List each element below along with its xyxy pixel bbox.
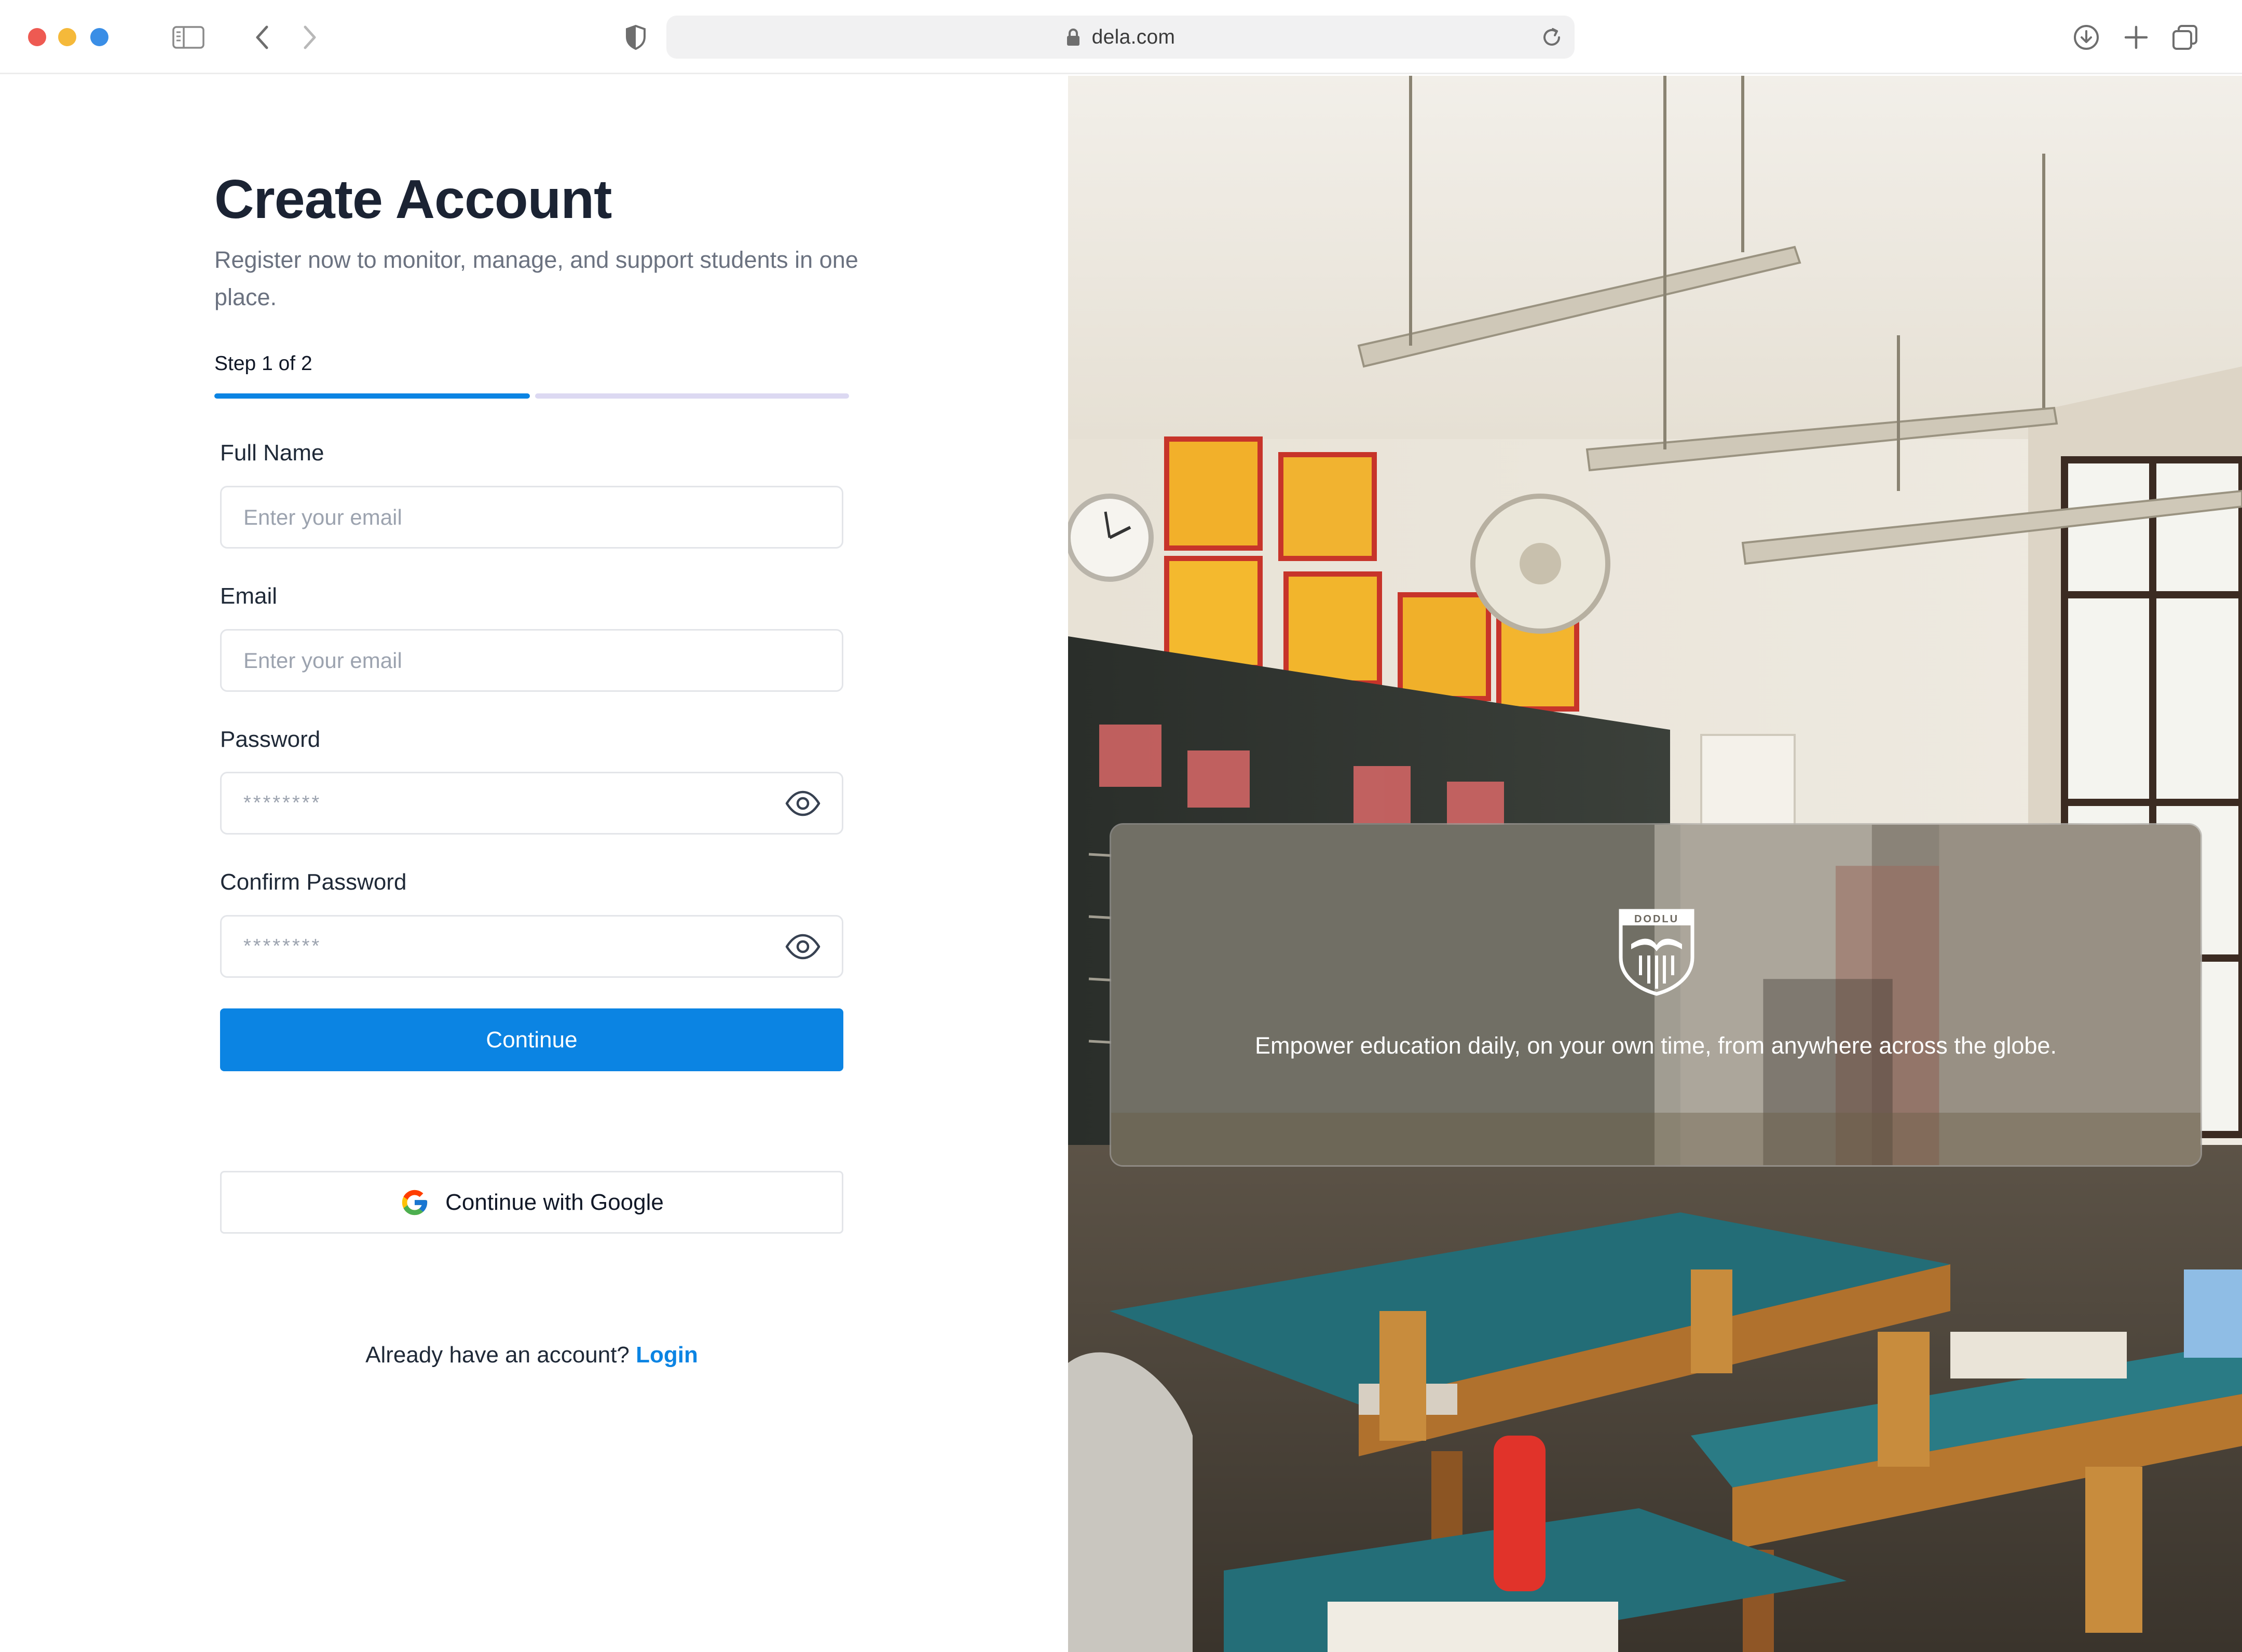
new-tab-plus-icon[interactable] (2122, 23, 2151, 52)
back-arrow-icon[interactable] (249, 22, 275, 53)
close-window-button[interactable] (28, 28, 46, 46)
full-name-placeholder: Enter your email (243, 504, 402, 529)
google-signup-label: Continue with Google (445, 1189, 664, 1215)
confirm-password-label: Confirm Password (220, 869, 407, 895)
signup-panel: Create Account Register now to monitor, … (0, 76, 1068, 1652)
google-signup-button[interactable]: Continue with Google (220, 1171, 843, 1234)
progress-bar-step-1 (214, 393, 530, 399)
email-label: Email (220, 583, 278, 609)
reload-icon[interactable] (1539, 25, 1564, 50)
page-title: Create Account (214, 169, 612, 230)
logo-text: DODLU (1634, 913, 1679, 925)
shield-icon[interactable] (623, 23, 649, 52)
eye-icon[interactable] (785, 933, 821, 960)
login-prompt-text: Already have an account? (365, 1342, 630, 1368)
confirm-password-masked-value: ******** (243, 935, 322, 957)
login-prompt: Already have an account? Login (220, 1342, 843, 1368)
full-name-label: Full Name (220, 440, 324, 466)
google-logo-icon (400, 1187, 430, 1218)
forward-arrow-icon[interactable] (297, 22, 323, 53)
hero-tagline: Empower education daily, on your own tim… (1255, 1032, 2057, 1059)
download-icon[interactable] (2072, 23, 2101, 52)
sidebar-icon[interactable] (171, 23, 206, 52)
password-label: Password (220, 727, 321, 752)
url-text: dela.com (1091, 25, 1175, 48)
address-bar[interactable]: dela.com (666, 16, 1575, 59)
email-placeholder: Enter your email (243, 648, 402, 673)
continue-button[interactable]: Continue (220, 1008, 843, 1071)
minimize-window-button[interactable] (58, 28, 76, 46)
hero-tagline-card: DODLU Empower education daily, on your o… (1110, 823, 2202, 1167)
email-input[interactable]: Enter your email (220, 629, 843, 692)
password-input[interactable]: ******** (220, 772, 843, 835)
password-masked-value: ******** (243, 792, 322, 814)
full-name-input[interactable]: Enter your email (220, 486, 843, 549)
zoom-window-button[interactable] (90, 28, 108, 46)
app-window: dela.com Create Account Register now to … (0, 0, 2242, 1652)
dodlu-logo: DODLU (1619, 909, 1694, 996)
progress-bar-step-2 (535, 393, 849, 399)
tabs-overview-icon[interactable] (2170, 23, 2199, 52)
confirm-password-input[interactable]: ******** (220, 915, 843, 978)
step-indicator: Step 1 of 2 (214, 352, 312, 375)
hero-panel: DODLU Empower education daily, on your o… (1068, 76, 2242, 1652)
lock-icon (1066, 28, 1081, 47)
browser-toolbar: dela.com (0, 0, 2242, 74)
eye-icon[interactable] (785, 790, 821, 817)
login-link[interactable]: Login (636, 1342, 698, 1368)
page-subtitle: Register now to monitor, manage, and sup… (214, 247, 858, 310)
